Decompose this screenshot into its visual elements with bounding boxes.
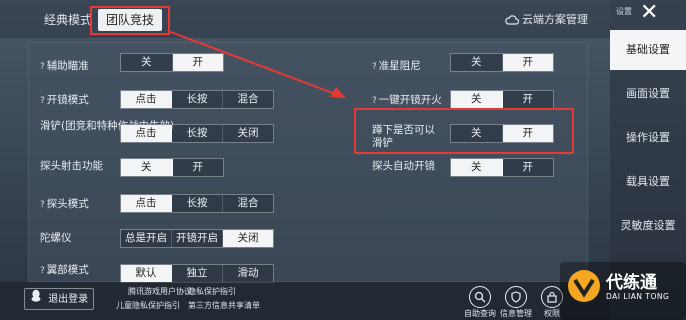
left-setting-toggle-4: 点击 长按 混合 [120, 194, 274, 213]
watermark-text: 代练通 [606, 273, 657, 293]
highlight-box-tab [90, 6, 170, 35]
link-third-party-list[interactable]: 第三方信息共享清单 [188, 300, 260, 311]
help-icon[interactable]: ? [40, 266, 45, 276]
option-button[interactable]: 关 [451, 91, 503, 108]
link-user-agreement[interactable]: 腾讯游戏用户协议 [128, 286, 192, 297]
option-button[interactable]: 滑动 [223, 265, 273, 282]
setting-label-text: 探头自动开镜 [372, 160, 435, 172]
cloud-plan-button[interactable]: 云端方案管理 [505, 11, 588, 27]
left-setting-toggle-5: 总是开启 开镜开启 关闭 [120, 229, 274, 248]
option-button[interactable]: 关 [121, 159, 173, 176]
logout-button[interactable]: 退出登录 [24, 288, 94, 310]
sidebar-item-3[interactable]: 载具设置 [610, 162, 686, 202]
left-setting-label-1: ? 开镜模式 [40, 94, 89, 108]
option-button[interactable]: 关 [451, 54, 503, 71]
sidebar-item-0[interactable]: 基础设置 [610, 30, 686, 70]
right-setting-label-1: ? 一键开镜开火 [372, 94, 442, 108]
option-button[interactable]: 开 [173, 159, 224, 176]
setting-label-text: 翼部模式 [46, 264, 89, 276]
option-button[interactable]: 关 [451, 159, 503, 176]
right-setting-toggle-3: 关开 [450, 158, 554, 177]
option-button[interactable]: 关闭 [223, 125, 273, 142]
cloud-icon [505, 15, 520, 25]
close-icon[interactable]: ✕ [640, 2, 658, 24]
option-button[interactable]: 默认 [121, 265, 172, 282]
left-setting-label-0: ? 辅助瞄准 [40, 60, 89, 74]
option-button[interactable]: 总是开启 [121, 230, 172, 247]
sidebar-item-1[interactable]: 画面设置 [610, 74, 686, 114]
qq-penguin-icon [30, 289, 45, 305]
left-setting-label-5: 陀螺仪 [40, 232, 72, 245]
setting-label-text: 准星阻尼 [378, 60, 421, 72]
left-setting-label-3: 探头射击功能 [40, 160, 103, 173]
left-setting-label-4: ? 探头模式 [40, 198, 89, 212]
left-setting-label-6: ? 翼部模式 [40, 264, 89, 278]
setting-label-text: 开镜模式 [46, 94, 89, 106]
left-setting-toggle-6: 默认 独立 滑动 [120, 264, 274, 283]
help-icon[interactable]: ? [40, 200, 45, 210]
shield-icon [505, 286, 527, 308]
option-button[interactable]: 开 [503, 159, 554, 176]
sidebar-tag: 设置 [616, 7, 632, 16]
watermark-logo-icon [566, 268, 602, 307]
help-icon[interactable]: ? [40, 96, 45, 106]
right-setting-toggle-1: 关开 [450, 90, 554, 109]
info-management-button[interactable]: 信息管理 [496, 286, 536, 319]
option-button[interactable]: 混合 [223, 195, 273, 212]
option-button[interactable]: 长按 [172, 195, 223, 212]
setting-label-text: 辅助瞄准 [46, 60, 89, 72]
left-setting-toggle-3: 关开 [120, 158, 224, 177]
option-button[interactable]: 长按 [172, 125, 223, 142]
option-button[interactable]: 点击 [121, 125, 172, 142]
setting-label-text: 陀螺仪 [40, 232, 72, 244]
setting-label-text: 一键开镜开火 [378, 94, 442, 106]
right-setting-label-0: ? 准星阻尼 [372, 60, 421, 74]
right-setting-toggle-0: 关开 [450, 53, 554, 72]
option-button[interactable]: 开 [502, 54, 553, 71]
option-button[interactable]: 独立 [172, 265, 223, 282]
option-button[interactable]: 点击 [121, 195, 172, 212]
highlight-box-crouch-slide [354, 108, 574, 154]
self-service-button[interactable]: 自助查询 [460, 286, 500, 319]
option-button[interactable]: 开 [503, 91, 554, 108]
red-arrow [167, 30, 346, 98]
sidebar-item-4[interactable]: 灵敏度设置 [610, 206, 686, 246]
option-button[interactable]: 开镜开启 [172, 230, 223, 247]
setting-label-text: 探头模式 [46, 198, 89, 210]
setting-label-text: 探头射击功能 [40, 160, 103, 172]
help-icon[interactable]: ? [40, 62, 45, 72]
info-management-label: 信息管理 [500, 309, 532, 318]
search-icon [469, 286, 491, 308]
right-setting-label-3: 探头自动开镜 [372, 160, 435, 173]
help-icon[interactable]: ? [372, 96, 377, 106]
option-button[interactable]: 关闭 [223, 230, 273, 247]
watermark-subtext: DAI LIAN TONG [606, 292, 670, 301]
link-privacy-guide[interactable]: 隐私保护指引 [188, 286, 236, 297]
link-child-privacy[interactable]: 儿童隐私保护指引 [116, 300, 180, 311]
sidebar-item-2[interactable]: 操作设置 [610, 118, 686, 158]
help-icon[interactable]: ? [372, 62, 377, 72]
left-setting-toggle-2: 点击 长按 关闭 [120, 124, 274, 143]
self-service-label: 自助查询 [464, 309, 496, 318]
